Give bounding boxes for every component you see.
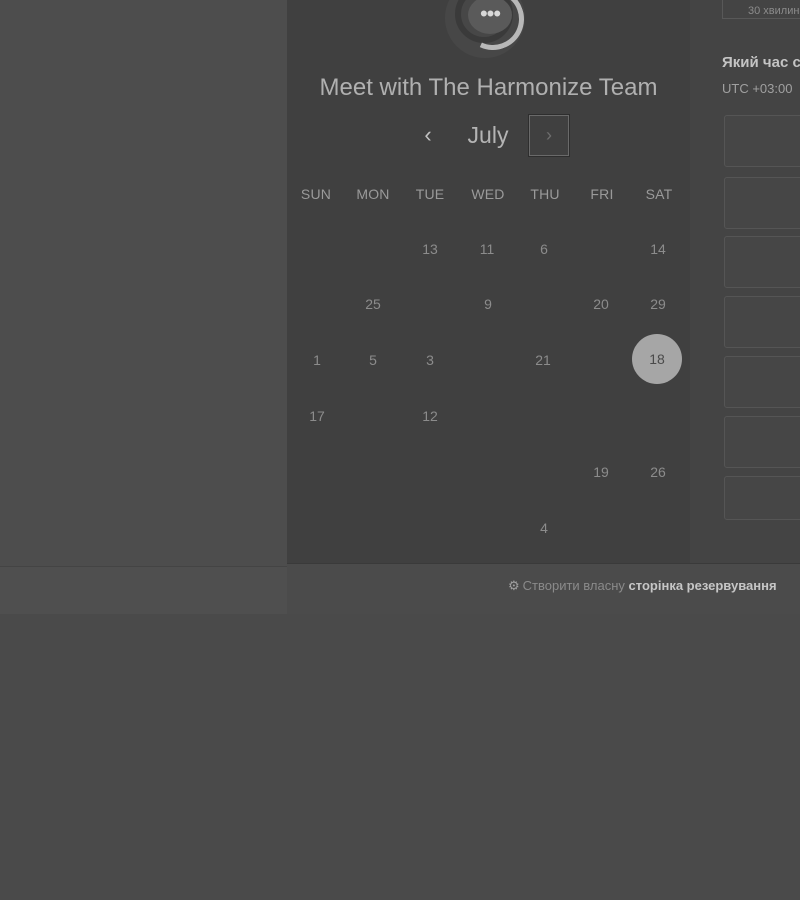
page-background-left: [0, 0, 287, 566]
dow-sun: SUN: [300, 186, 332, 202]
timezone-label[interactable]: UTC +03:00: [722, 81, 792, 96]
month-label: July: [467, 122, 509, 148]
next-month-button[interactable]: ›: [528, 114, 570, 157]
hubspot-icon: ⚙: [508, 578, 520, 593]
dow-wed: WED: [471, 186, 505, 202]
footer-link[interactable]: ⚙ Створити власну сторінка резервування: [508, 578, 777, 594]
dow-sat: SAT: [645, 186, 673, 202]
calendar-day[interactable]: 5: [348, 335, 398, 385]
time-slot-button[interactable]: [724, 416, 800, 468]
calendar-day[interactable]: 11: [462, 224, 512, 274]
footer-link-text[interactable]: сторінка резервування: [629, 578, 777, 593]
time-slot-button[interactable]: [724, 177, 800, 229]
calendar-day[interactable]: 12: [405, 391, 455, 441]
calendar-day[interactable]: 17: [292, 391, 342, 441]
time-slot-button[interactable]: [724, 476, 800, 520]
dow-mon: MON: [356, 186, 390, 202]
calendar-day[interactable]: 25: [348, 279, 398, 329]
duration-selector[interactable]: 30 хвилин: [722, 0, 800, 19]
widget-title: Meet with The Harmonize Team: [319, 74, 658, 101]
page-background-band: [0, 566, 287, 614]
time-slot-button[interactable]: [724, 296, 800, 348]
calendar-day[interactable]: 29: [633, 279, 683, 329]
time-question-heading: Який час с: [722, 54, 800, 71]
dow-fri: FRI: [590, 186, 614, 202]
calendar-day[interactable]: 6: [519, 224, 569, 274]
dow-tue: TUE: [415, 186, 445, 202]
calendar-day-selected[interactable]: 18: [632, 334, 682, 384]
calendar-day[interactable]: 9: [463, 279, 513, 329]
calendar-day[interactable]: 20: [576, 279, 626, 329]
calendar-day[interactable]: 21: [518, 335, 568, 385]
calendar-day[interactable]: 26: [633, 447, 683, 497]
dow-thu: THU: [530, 186, 560, 202]
time-slot-button[interactable]: [724, 115, 800, 167]
prev-month-button[interactable]: ‹: [417, 122, 439, 148]
calendar-day[interactable]: 19: [576, 447, 626, 497]
calendar-day[interactable]: 4: [519, 503, 569, 553]
calendar-day[interactable]: 14: [633, 224, 683, 274]
calendar-day[interactable]: 3: [405, 335, 455, 385]
time-slot-button[interactable]: [724, 236, 800, 288]
footer-prefix: Створити власну: [522, 578, 625, 593]
calendar-day[interactable]: 1: [292, 335, 342, 385]
calendar-day[interactable]: 13: [405, 224, 455, 274]
time-slot-button[interactable]: [724, 356, 800, 408]
